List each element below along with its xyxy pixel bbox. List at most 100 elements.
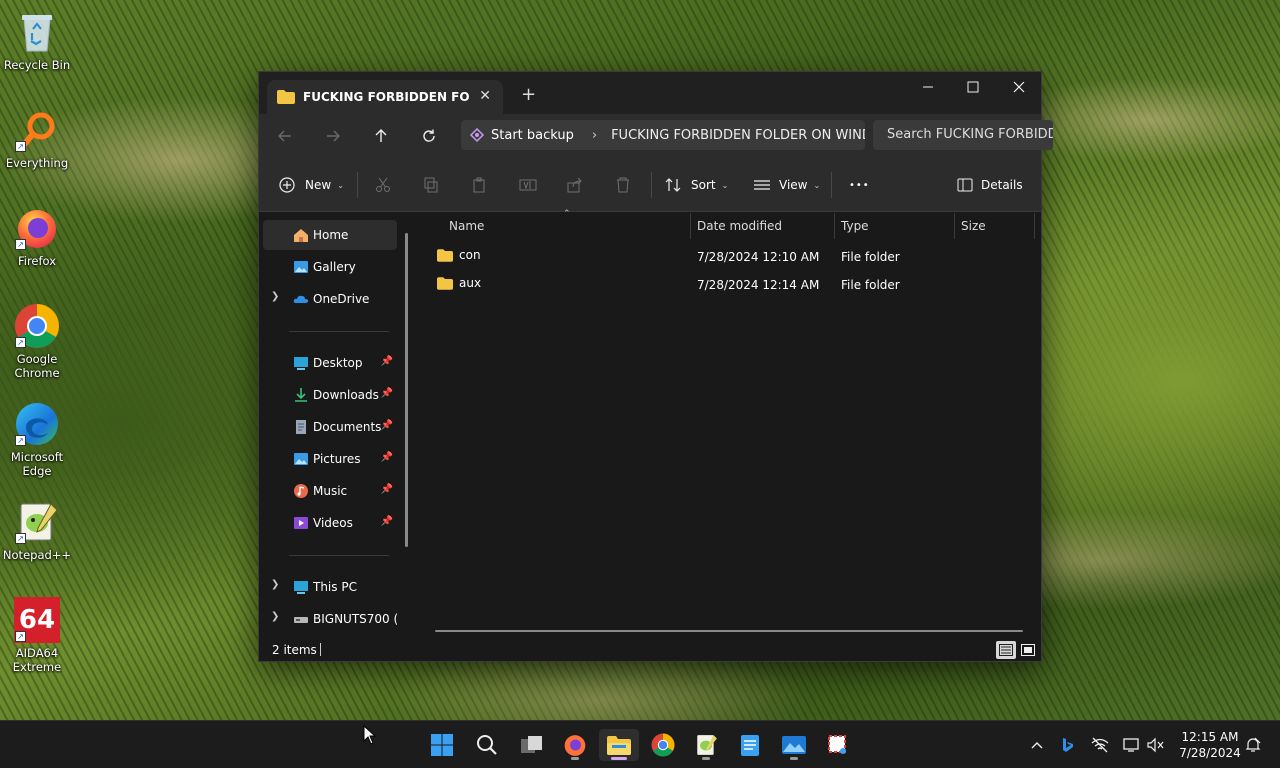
- taskbar-file-explorer[interactable]: [599, 729, 639, 761]
- pin-icon[interactable]: 📌: [381, 388, 393, 399]
- sidebar-item-this-pc[interactable]: ❯ This PC: [263, 572, 397, 602]
- maximize-icon: [967, 81, 979, 93]
- desktop-icon-chrome[interactable]: ↗ Google Chrome: [0, 302, 74, 380]
- pin-icon[interactable]: 📌: [381, 420, 393, 431]
- arrow-right-icon: [327, 130, 340, 142]
- taskbar-notepadpp[interactable]: [686, 729, 726, 761]
- up-button[interactable]: [369, 124, 393, 148]
- pin-icon[interactable]: 📌: [381, 452, 393, 463]
- sidebar-item-home[interactable]: Home: [263, 220, 397, 250]
- rename-button[interactable]: [519, 174, 537, 196]
- pin-icon[interactable]: 📌: [381, 484, 393, 495]
- column-header-name[interactable]: Name: [443, 213, 484, 239]
- details-pane-button[interactable]: Details: [957, 174, 1023, 196]
- clock[interactable]: 12:15 AM 7/28/2024: [1170, 729, 1250, 761]
- tab-forbidden-folder[interactable]: FUCKING FORBIDDEN FOLDER ✕: [267, 80, 503, 114]
- chevron-right-icon[interactable]: ❯: [271, 611, 279, 622]
- desktop-icon-everything[interactable]: ↗ Everything: [0, 106, 74, 170]
- tiles-view-toggle[interactable]: [1018, 641, 1038, 659]
- taskbar-snipping-tool[interactable]: [818, 729, 858, 761]
- chevron-right-icon[interactable]: ❯: [271, 291, 279, 302]
- taskbar: 12:15 AM 7/28/2024: [0, 720, 1280, 768]
- minimize-button[interactable]: [905, 72, 951, 102]
- column-divider[interactable]: [1034, 213, 1035, 239]
- computer-icon: [294, 581, 308, 594]
- tray-volume[interactable]: [1146, 735, 1166, 755]
- sort-button[interactable]: Sort ⌄: [665, 174, 728, 196]
- desktop-icon-recycle-bin[interactable]: Recycle Bin: [0, 8, 74, 72]
- file-explorer-icon: [607, 736, 631, 755]
- more-options-button[interactable]: •••: [849, 174, 870, 196]
- sidebar-item-music[interactable]: Music 📌: [263, 476, 397, 506]
- file-explorer-window: FUCKING FORBIDDEN FOLDER ✕ +: [258, 71, 1053, 662]
- taskbar-firefox[interactable]: [555, 729, 595, 761]
- notification-center-button[interactable]: [1243, 735, 1263, 755]
- desktop-icon-firefox[interactable]: ↗ Firefox: [0, 204, 74, 268]
- tray-network[interactable]: [1090, 735, 1110, 755]
- aida64-icon: 64 ↗: [13, 596, 61, 644]
- desktop-icon-notepadpp[interactable]: ↗ Notepad++: [0, 498, 74, 562]
- pin-icon[interactable]: 📌: [381, 356, 393, 367]
- forward-button[interactable]: [321, 124, 345, 148]
- share-button[interactable]: [567, 174, 583, 196]
- copy-icon: [424, 177, 438, 193]
- start-backup-button[interactable]: Start backup: [461, 127, 574, 143]
- clock-time: 12:15 AM: [1181, 730, 1239, 744]
- sidebar-item-pictures[interactable]: Pictures 📌: [263, 444, 397, 474]
- desktop-icon-edge[interactable]: ↗ Microsoft Edge: [0, 400, 74, 478]
- taskbar-notepad[interactable]: [730, 729, 770, 761]
- sidebar-scrollbar[interactable]: [405, 233, 408, 547]
- table-row[interactable]: aux 7/28/2024 12:14 AM File folder: [433, 271, 1031, 299]
- title-bar[interactable]: FUCKING FORBIDDEN FOLDER ✕ +: [259, 72, 1041, 114]
- sidebar-item-videos[interactable]: Videos 📌: [263, 508, 397, 538]
- tab-close-button[interactable]: ✕: [479, 88, 491, 104]
- arrow-left-icon: [278, 130, 291, 142]
- refresh-button[interactable]: [417, 124, 441, 148]
- sidebar-item-label: Desktop: [313, 356, 363, 370]
- network-disconnected-icon: [1091, 737, 1109, 753]
- tray-display[interactable]: [1122, 735, 1142, 755]
- taskbar-photos[interactable]: [774, 729, 814, 761]
- details-view-toggle[interactable]: [996, 641, 1016, 659]
- delete-button[interactable]: [615, 174, 631, 196]
- sidebar-item-documents[interactable]: Documents 📌: [263, 412, 397, 442]
- column-header-size[interactable]: Size: [955, 213, 986, 239]
- table-row[interactable]: con 7/28/2024 12:10 AM File folder: [433, 243, 1031, 271]
- sidebar-item-desktop[interactable]: Desktop 📌: [263, 348, 397, 378]
- copy-button[interactable]: [423, 174, 439, 196]
- search-input[interactable]: Search FUCKING FORBIDDEN FOLDER: [873, 120, 1053, 150]
- desktop-icon-aida64[interactable]: 64 ↗ AIDA64 Extreme: [0, 596, 74, 674]
- cut-button[interactable]: [375, 174, 391, 196]
- view-button[interactable]: View ⌄: [753, 174, 820, 196]
- scissors-icon: [376, 177, 390, 192]
- back-button[interactable]: [273, 124, 297, 148]
- windows-logo-icon: [431, 734, 453, 756]
- horizontal-scrollbar[interactable]: [435, 630, 1023, 632]
- tray-bing[interactable]: [1058, 735, 1078, 755]
- sidebar-item-gallery[interactable]: Gallery: [263, 252, 397, 282]
- maximize-button[interactable]: [950, 72, 996, 102]
- desktop-icon-label: Firefox: [17, 254, 57, 268]
- sidebar-item-drive-d[interactable]: ❯ BIGNUTS700 (D:: [263, 604, 397, 634]
- pin-icon[interactable]: 📌: [381, 516, 393, 527]
- sidebar-item-onedrive[interactable]: ❯ OneDrive: [263, 284, 397, 314]
- paste-button[interactable]: [471, 174, 487, 196]
- address-bar[interactable]: Start backup › FUCKING FORBIDDEN FOLDER …: [461, 120, 865, 150]
- new-tab-button[interactable]: +: [521, 84, 536, 105]
- sort-ascending-icon: ⌃: [563, 209, 571, 219]
- file-name-cell: con: [437, 248, 481, 262]
- search-button[interactable]: [467, 729, 507, 761]
- breadcrumb-separator[interactable]: ›: [592, 128, 597, 143]
- show-hidden-icons-button[interactable]: [1027, 735, 1047, 755]
- breadcrumb-current[interactable]: FUCKING FORBIDDEN FOLDER ON WINDOWS: [611, 128, 865, 143]
- column-header-type[interactable]: Type: [835, 213, 869, 239]
- chevron-right-icon[interactable]: ❯: [271, 579, 279, 590]
- task-view-button[interactable]: [512, 729, 552, 761]
- close-button[interactable]: [996, 72, 1042, 102]
- new-button[interactable]: New ⌄: [279, 174, 344, 196]
- start-button[interactable]: [422, 729, 462, 761]
- sidebar-item-downloads[interactable]: Downloads 📌: [263, 380, 397, 410]
- view-list-icon: [754, 180, 770, 190]
- taskbar-chrome[interactable]: [643, 729, 683, 761]
- column-header-date[interactable]: Date modified: [691, 213, 782, 239]
